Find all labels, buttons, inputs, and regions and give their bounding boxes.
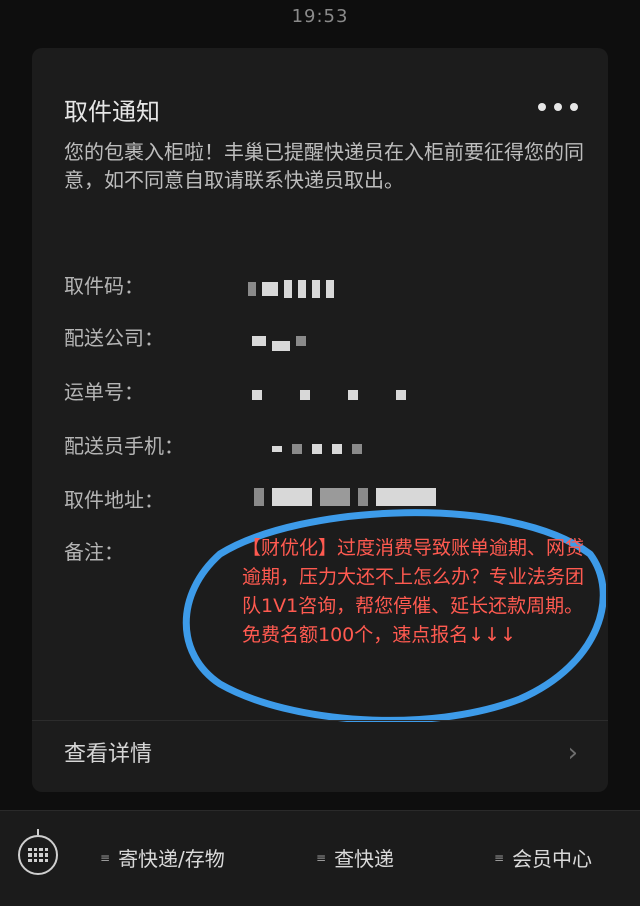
courier-company-redacted xyxy=(252,330,306,352)
pickup-address-label: 取件地址： xyxy=(64,488,164,512)
menu-member-center[interactable]: ≡ 会员中心 xyxy=(494,843,592,872)
chevron-right-icon[interactable]: › xyxy=(568,738,578,768)
status-bar-time: 19:53 xyxy=(291,6,349,27)
courier-company-label: 配送公司： xyxy=(64,326,164,350)
tracking-number-label: 运单号： xyxy=(64,380,144,404)
courier-phone-redacted xyxy=(272,438,362,460)
remark-label: 备注： xyxy=(64,540,124,564)
menu-send-express-label: 寄快递/存物 xyxy=(118,847,225,871)
divider xyxy=(32,720,608,721)
keyboard-icon[interactable] xyxy=(18,829,58,875)
pickup-code-label: 取件码： xyxy=(64,274,144,298)
view-details-link[interactable]: 查看详情 xyxy=(64,736,152,768)
card-description: 您的包裹入柜啦！丰巢已提醒快递员在入柜前要征得您的同意，如不同意自取请联系快递员… xyxy=(64,140,584,192)
menu-track-express-label: 查快递 xyxy=(334,847,395,871)
menu-send-express[interactable]: ≡ 寄快递/存物 xyxy=(100,843,225,872)
menu-track-express[interactable]: ≡ 查快递 xyxy=(316,843,394,872)
card-title: 取件通知 xyxy=(64,98,160,126)
tracking-number-redacted xyxy=(252,384,406,406)
pickup-code-redacted xyxy=(248,278,334,300)
menu-icon: ≡ xyxy=(316,850,327,865)
pickup-notification-card[interactable]: 取件通知 您的包裹入柜啦！丰巢已提醒快递员在入柜前要征得您的同意，如不同意自取请… xyxy=(32,48,608,792)
menu-icon: ≡ xyxy=(494,850,505,865)
menu-icon: ≡ xyxy=(100,850,111,865)
bottom-menu-bar: ≡ 寄快递/存物 ≡ 查快递 ≡ 会员中心 xyxy=(0,810,640,906)
courier-phone-label: 配送员手机： xyxy=(64,434,184,458)
menu-member-center-label: 会员中心 xyxy=(512,847,593,871)
remark-spam-text: 【财优化】过度消费导致账单逾期、网贷逾期，压力大还不上怎么办？专业法务团队1V1… xyxy=(242,537,585,646)
more-options-icon[interactable] xyxy=(538,98,578,116)
